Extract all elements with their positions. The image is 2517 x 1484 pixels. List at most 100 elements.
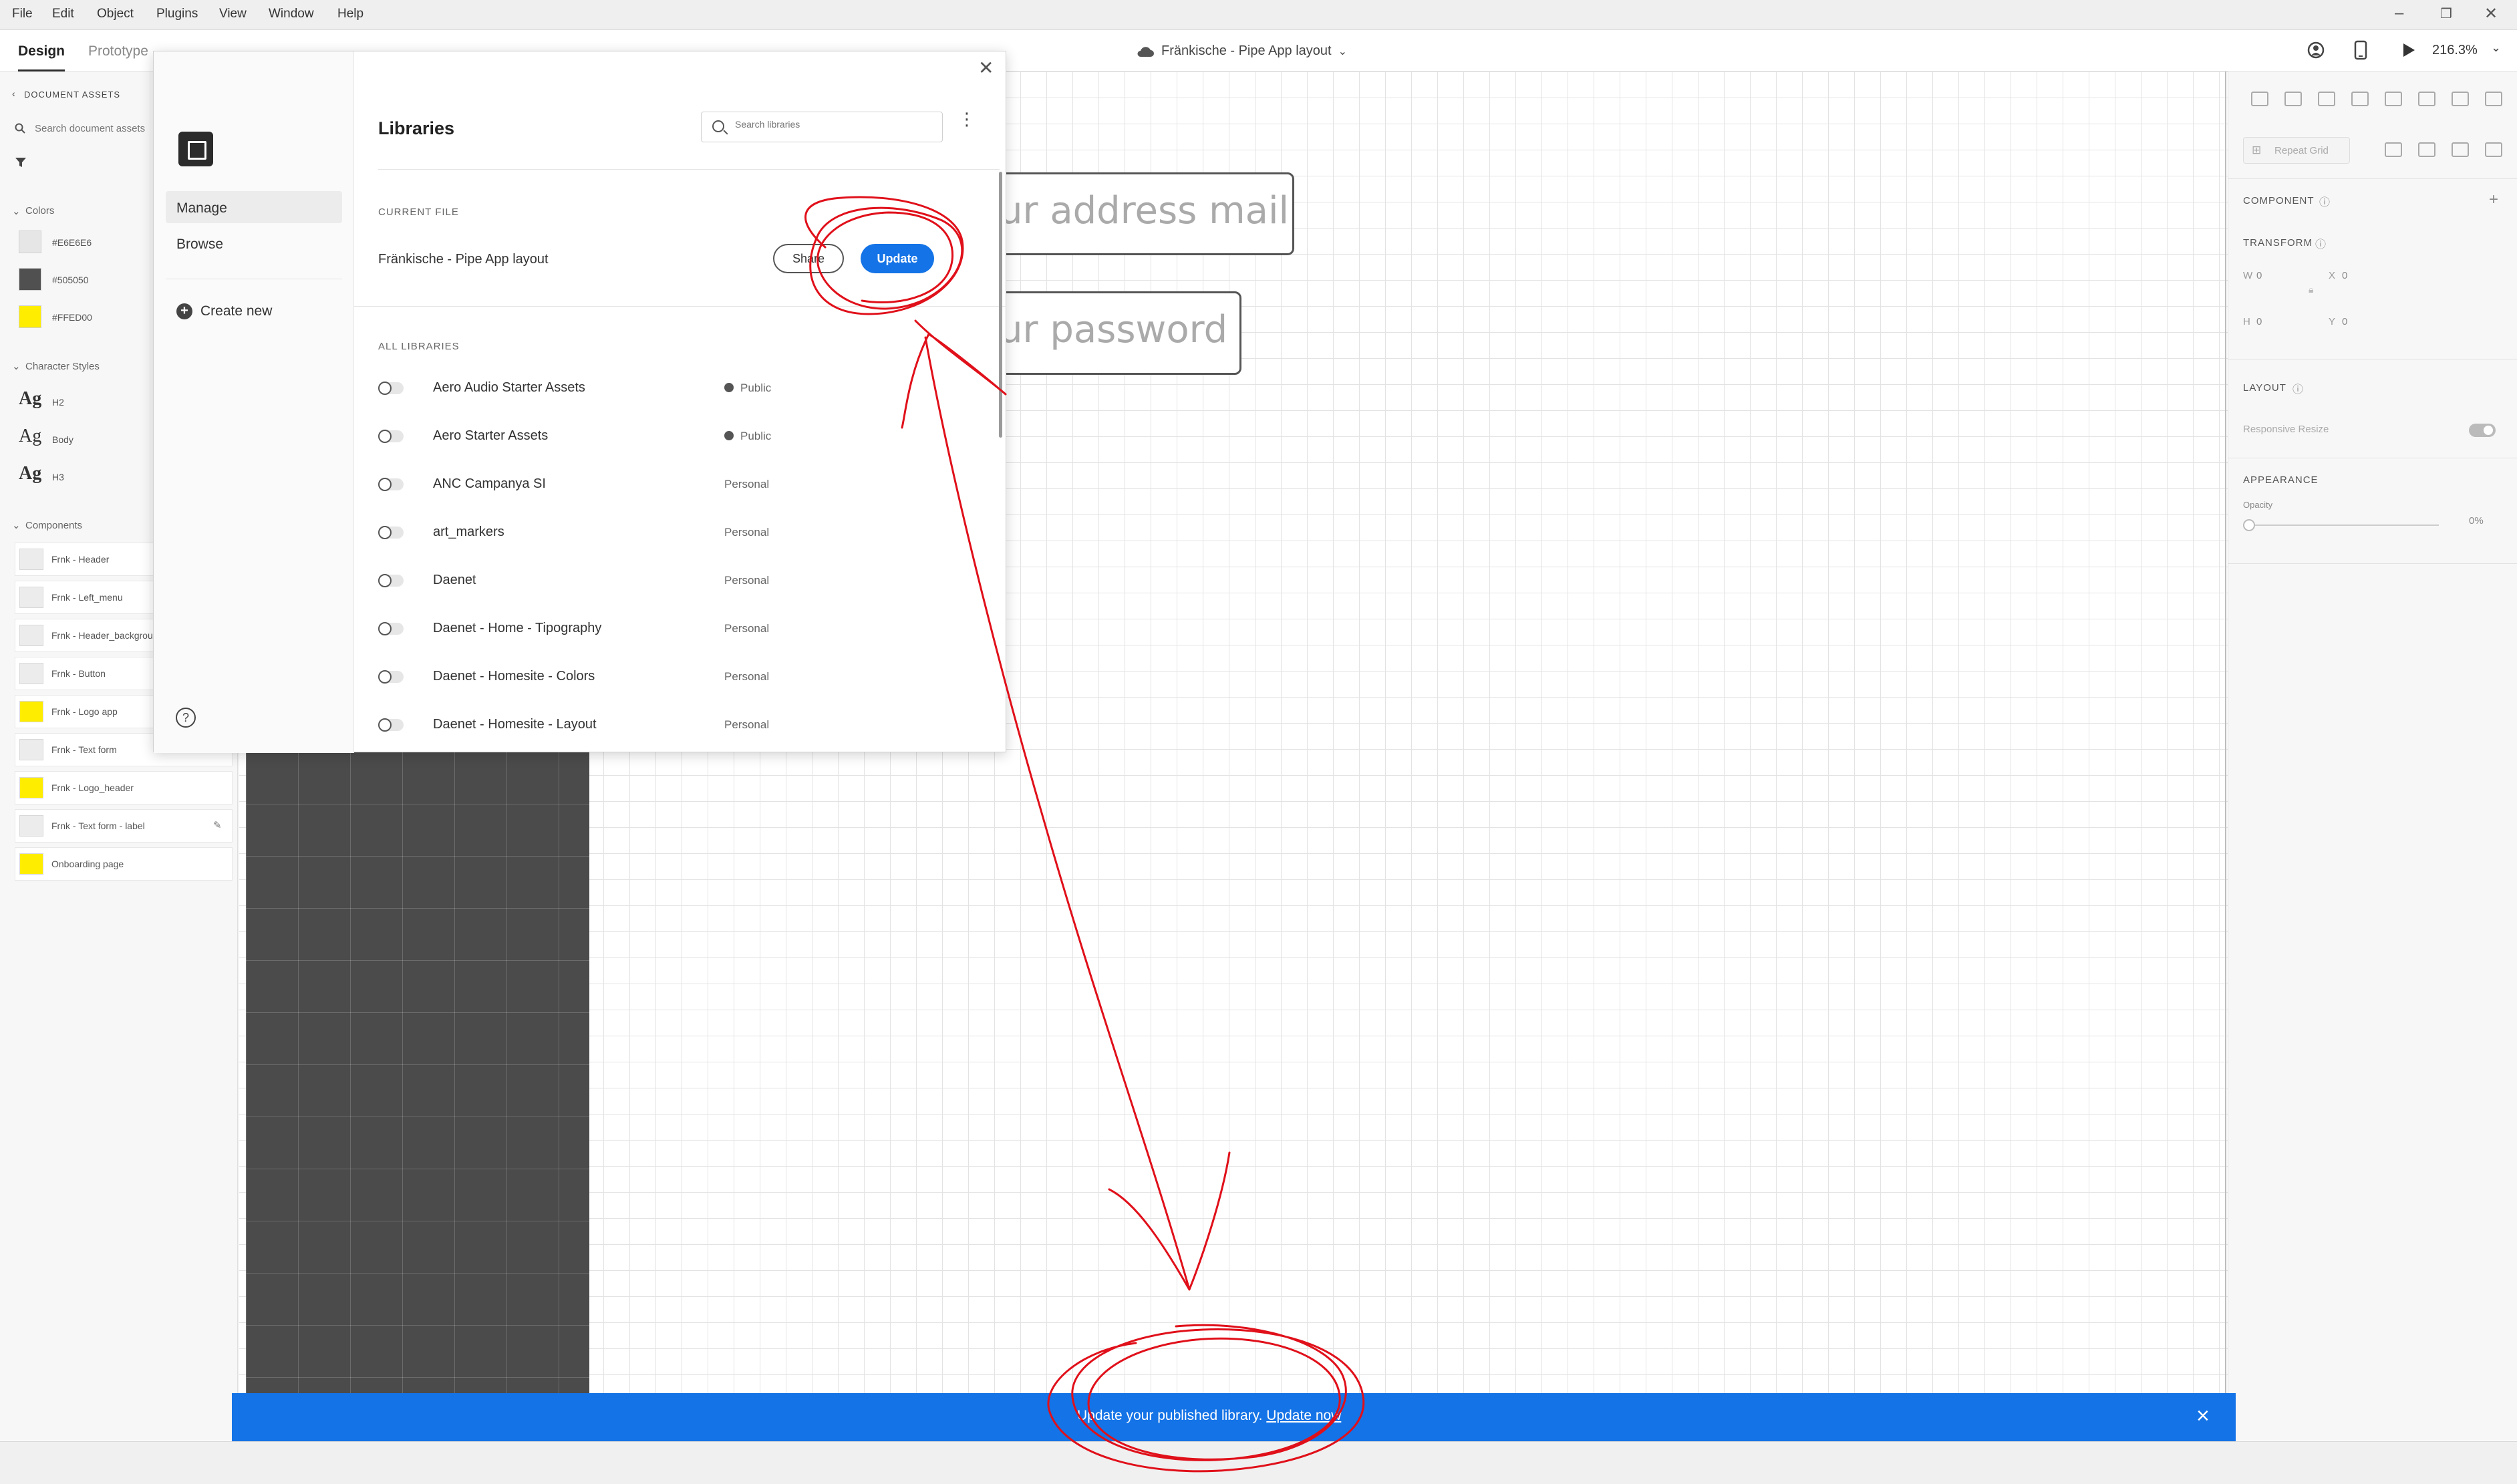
color-swatch-505050[interactable] [19,268,41,291]
menu-object[interactable]: Object [97,7,134,21]
library-toggle[interactable] [378,574,404,587]
filter-icon[interactable] [15,156,27,168]
library-toggle[interactable] [378,430,404,443]
responsive-resize-toggle[interactable] [2469,424,2496,437]
restore-icon[interactable]: ❐ [2440,5,2452,22]
char-style-glyph[interactable]: Ag [19,388,41,410]
boolean-subtract-icon[interactable] [2418,142,2435,157]
library-toggle[interactable] [378,670,404,684]
width-value[interactable]: 0 [2256,270,2262,281]
device-preview-icon[interactable] [2353,40,2368,60]
globe-icon [724,383,734,392]
close-icon[interactable]: ✕ [978,57,994,79]
add-icon[interactable]: + [2489,190,2498,209]
library-row[interactable]: Daenet Personal [378,569,980,595]
library-row[interactable]: ANC Campanya SI Personal [378,472,980,499]
globe-icon [724,431,734,440]
create-new-library[interactable]: + Create new [176,303,272,319]
char-styles-section-toggle[interactable]: ⌄ [12,360,21,372]
char-style-label: Body [52,434,73,445]
component-item[interactable]: Frnk - Logo_header [15,771,233,804]
nav-manage[interactable]: Manage [166,191,342,223]
library-visibility: Personal [724,574,770,587]
menu-window[interactable]: Window [269,7,314,21]
document-title[interactable]: Fränkische - Pipe App layout ⌄ [1136,43,1347,59]
menu-help[interactable]: Help [337,7,363,21]
close-window-icon[interactable]: ✕ [2484,4,2498,23]
distribute-vertical-icon[interactable] [2351,92,2369,106]
opacity-slider-track[interactable] [2248,525,2439,526]
opacity-slider-handle[interactable] [2243,519,2255,531]
align-middle-icon[interactable] [2284,92,2302,106]
component-item[interactable]: Onboarding page [15,847,233,881]
zoom-chevron-icon[interactable]: ⌄ [2491,41,2501,55]
library-row[interactable]: Daenet - Home - Tipography Personal [378,617,980,643]
color-swatch-ffed00[interactable] [19,305,41,328]
divider [2228,178,2517,179]
play-icon[interactable] [2401,42,2416,58]
info-icon[interactable]: ⓘ [2315,235,2326,251]
libraries-dialog: Manage Browse + Create new ? ✕ Libraries… [153,51,1006,753]
info-icon[interactable]: ⓘ [2319,193,2330,209]
update-now-link[interactable]: Update now [1266,1408,1341,1423]
dark-artboard[interactable] [246,752,589,1403]
distribute-horizontal-icon[interactable] [2485,92,2502,106]
menu-plugins[interactable]: Plugins [156,7,198,21]
boolean-add-icon[interactable] [2385,142,2402,157]
library-row[interactable]: Aero Audio Starter Assets Public [378,376,980,403]
lock-aspect-icon[interactable]: 🔒︎ [2309,284,2313,295]
y-value[interactable]: 0 [2342,316,2347,327]
library-row[interactable]: Aero Starter Assets Public [378,424,980,451]
menu-file[interactable]: File [12,7,33,21]
repeat-grid-button[interactable]: ⊞ Repeat Grid [2243,137,2350,164]
boolean-exclude-icon[interactable] [2485,142,2502,157]
components-section-toggle[interactable]: ⌄ [12,519,21,531]
nav-browse[interactable]: Browse [166,227,342,259]
colors-section-toggle[interactable]: ⌄ [12,205,21,217]
minimize-icon[interactable]: – [2395,4,2403,23]
height-value[interactable]: 0 [2256,316,2262,327]
assets-heading: DOCUMENT ASSETS [24,90,121,100]
library-visibility-text: Public [740,382,772,394]
library-toggle[interactable] [378,382,404,395]
library-search[interactable] [701,112,943,142]
x-value[interactable]: 0 [2342,270,2347,281]
more-options-icon[interactable]: ⋮ [958,110,976,128]
align-top-icon[interactable] [2251,92,2268,106]
tab-prototype[interactable]: Prototype [88,43,148,59]
menu-view[interactable]: View [219,7,247,21]
library-row[interactable]: art_markers Personal [378,521,980,547]
char-style-glyph[interactable]: Ag [19,463,41,484]
library-toggle[interactable] [378,718,404,732]
char-style-glyph[interactable]: Ag [19,426,41,447]
zoom-level[interactable]: 216.3% [2432,43,2478,58]
dialog-scrollbar[interactable] [999,172,1002,438]
opacity-value[interactable]: 0% [2469,515,2484,527]
color-swatch-e6e6e6[interactable] [19,231,41,253]
library-search-input[interactable] [735,119,935,130]
update-button[interactable]: Update [861,244,934,273]
banner-close-icon[interactable]: × [2196,1403,2210,1429]
library-row[interactable]: Daenet - Homesite - Colors Personal [378,665,980,692]
responsive-resize-label: Responsive Resize [2243,424,2329,435]
library-toggle[interactable] [378,478,404,491]
share-button[interactable]: Share [773,244,844,273]
boolean-intersect-icon[interactable] [2452,142,2469,157]
help-icon[interactable]: ? [176,708,196,728]
align-right-icon[interactable] [2452,92,2469,106]
align-center-icon[interactable] [2418,92,2435,106]
library-toggle[interactable] [378,622,404,635]
library-toggle[interactable] [378,526,404,539]
back-chevron-icon[interactable]: ‹ [12,88,15,99]
menu-edit[interactable]: Edit [52,7,74,21]
share-for-review-icon[interactable] [2307,41,2325,59]
tab-design[interactable]: Design [18,43,65,71]
edit-pencil-icon[interactable]: ✎ [213,819,222,831]
align-bottom-icon[interactable] [2318,92,2335,106]
component-item[interactable]: Frnk - Text form - label ✎ [15,809,233,843]
library-row[interactable]: Daenet - Homesite - Layout Personal [378,713,980,740]
layout-heading: LAYOUT [2243,382,2286,394]
component-thumbnail [19,853,43,875]
align-left-icon[interactable] [2385,92,2402,106]
info-icon[interactable]: ⓘ [2292,380,2303,396]
